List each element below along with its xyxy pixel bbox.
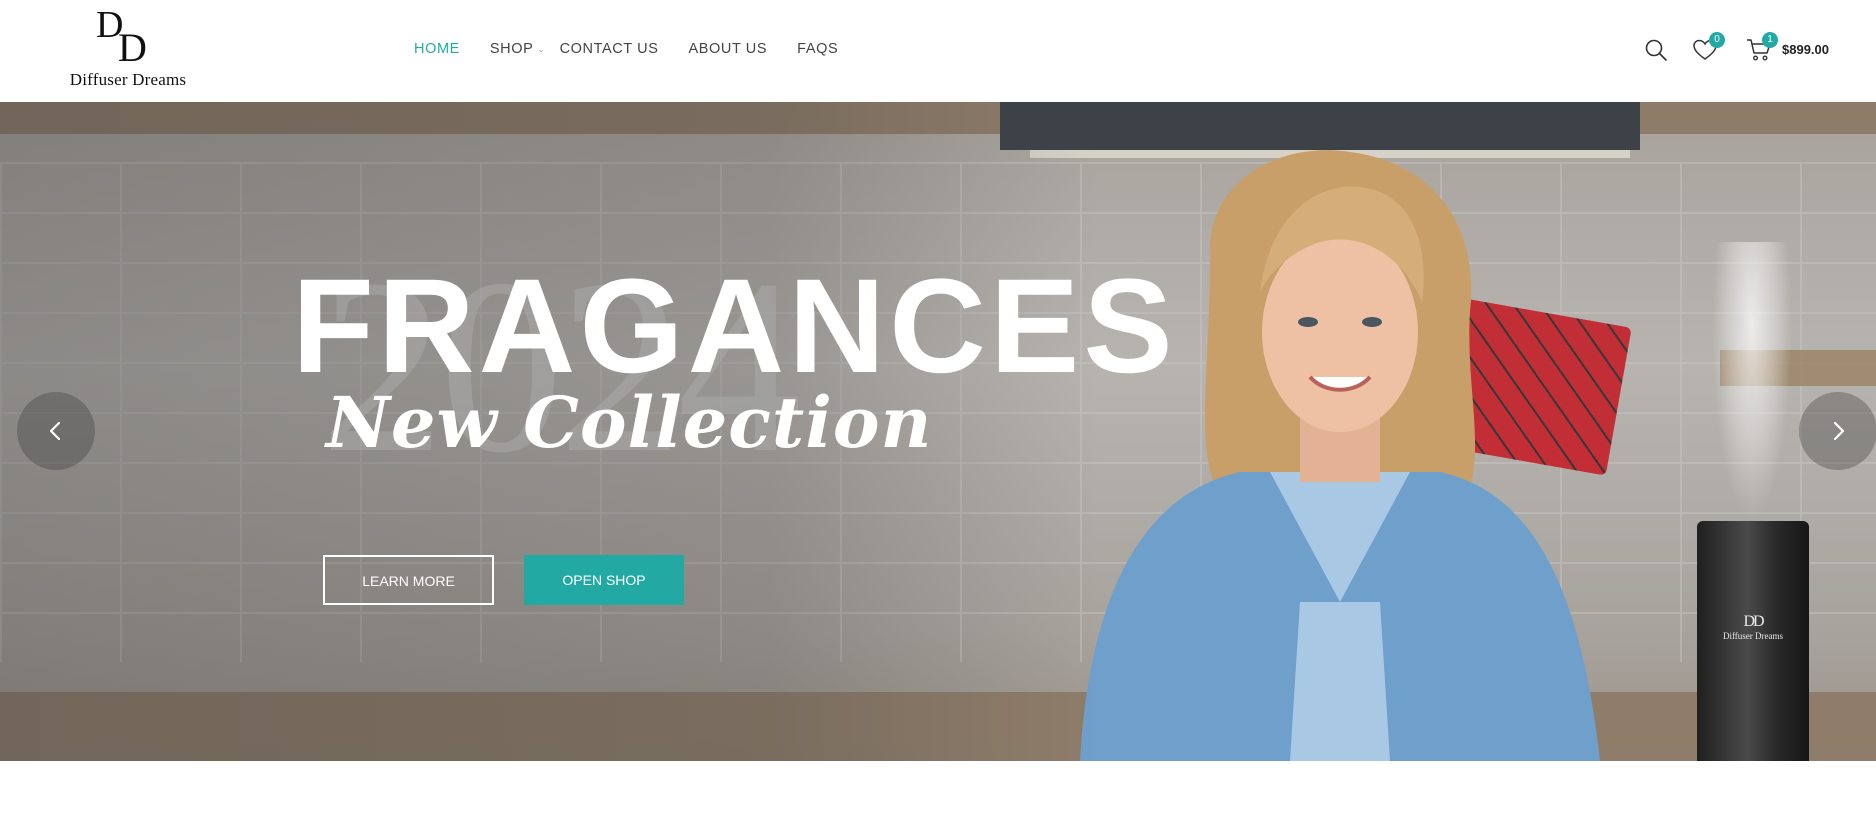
hero-product-diffuser: DD Diffuser Dreams: [1697, 521, 1809, 761]
site-header: DD Diffuser Dreams HOME SHOP ⌄ CONTACT U…: [0, 0, 1876, 102]
learn-more-button[interactable]: LEARN MORE: [323, 555, 494, 605]
nav-item-shop[interactable]: SHOP ⌄: [490, 41, 546, 57]
product-logo-mark: DD: [1743, 613, 1764, 630]
slider-next-button[interactable]: [1799, 392, 1876, 470]
chevron-right-icon: [1833, 421, 1845, 441]
logo-text: Diffuser Dreams: [69, 70, 187, 89]
product-logo-text: Diffuser Dreams: [1722, 631, 1784, 641]
wishlist-count-badge: 0: [1709, 32, 1725, 48]
hero-model-image: [1080, 150, 1600, 761]
nav-item-faqs[interactable]: FAQS: [797, 41, 838, 57]
open-shop-button[interactable]: OPEN SHOP: [524, 555, 684, 605]
nav-item-contact-us[interactable]: CONTACT US: [560, 41, 659, 57]
cart-total: $899.00: [1782, 42, 1829, 57]
slider-prev-button[interactable]: [17, 392, 95, 470]
nav-item-shop-label: SHOP: [489, 41, 534, 57]
hero-title: FRAGANCES: [292, 252, 1177, 401]
site-logo[interactable]: DD Diffuser Dreams: [62, 6, 194, 94]
wishlist-button[interactable]: 0: [1692, 32, 1725, 62]
logo-monogram: DD: [96, 4, 147, 70]
cart-button[interactable]: 1 $899.00: [1746, 32, 1866, 62]
search-icon: [1645, 39, 1667, 61]
search-button[interactable]: [1644, 38, 1668, 62]
nav-item-about-us[interactable]: ABOUT US: [688, 41, 767, 57]
product-logo: DD Diffuser Dreams: [1697, 613, 1809, 641]
diffuser-mist: [1712, 242, 1792, 522]
cart-count-badge: 1: [1762, 32, 1778, 48]
hero-subtitle: New Collection: [326, 381, 933, 464]
chevron-down-icon: ⌄: [537, 43, 546, 54]
nav-item-home[interactable]: HOME: [414, 41, 460, 57]
hero-background-shelf: [1640, 102, 1876, 134]
hero-slider: DD Diffuser Dreams 2024 FRAGANCES New Co…: [0, 102, 1876, 761]
main-nav: HOME SHOP ⌄ CONTACT US ABOUT US FAQS: [414, 38, 868, 60]
chevron-left-icon: [49, 421, 61, 441]
